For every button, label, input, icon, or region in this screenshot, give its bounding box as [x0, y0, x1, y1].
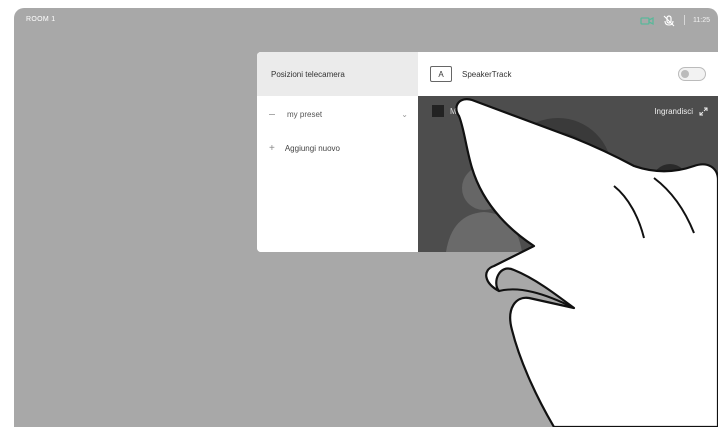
- status-divider: [684, 15, 685, 25]
- add-new-preset-button[interactable]: + Aggiungi nuovo: [257, 134, 418, 162]
- dash-icon: [269, 113, 275, 115]
- camera-scene-image: [418, 96, 718, 252]
- speakertrack-row: A SpeakerTrack: [418, 52, 718, 96]
- camera-icon[interactable]: [640, 14, 654, 26]
- zoom-label: Ingrandisci: [654, 107, 693, 116]
- self-view-checkbox[interactable]: [432, 105, 444, 117]
- toggle-knob: [681, 70, 689, 78]
- preset-label: my preset: [287, 109, 323, 119]
- speakertrack-toggle[interactable]: [678, 67, 706, 81]
- status-icons: 11:25: [640, 14, 710, 27]
- touch-panel-screen: ROOM 1 11:25 Posizioni telecamera my pre…: [14, 8, 718, 427]
- preset-item[interactable]: my preset ⌄: [257, 100, 418, 128]
- camera-positions-tab[interactable]: Posizioni telecamera: [257, 52, 418, 96]
- chevron-down-icon[interactable]: ⌄: [401, 110, 408, 119]
- zoom-button[interactable]: Ingrandisci: [654, 107, 708, 116]
- mic-icon[interactable]: [662, 14, 676, 27]
- camera-view-column: A SpeakerTrack Mostra vista Ingrandisci: [418, 52, 718, 252]
- add-new-label: Aggiungi nuovo: [284, 143, 340, 153]
- camera-presets-column: Posizioni telecamera my preset ⌄ + Aggiu…: [257, 52, 419, 252]
- camera-controls-panel: Posizioni telecamera my preset ⌄ + Aggiu…: [257, 52, 718, 252]
- status-bar: ROOM 1 11:25: [14, 8, 718, 32]
- speakertrack-label: SpeakerTrack: [462, 69, 512, 79]
- self-view-label: Mostra vista: [450, 107, 494, 116]
- expand-icon: [699, 107, 708, 116]
- speakertrack-icon: A: [430, 66, 452, 82]
- clock: 11:25: [693, 16, 710, 24]
- plus-icon: +: [269, 142, 275, 154]
- camera-positions-title: Posizioni telecamera: [271, 69, 345, 79]
- camera-preview[interactable]: Mostra vista Ingrandisci: [418, 96, 718, 252]
- device-name: ROOM 1: [26, 16, 56, 23]
